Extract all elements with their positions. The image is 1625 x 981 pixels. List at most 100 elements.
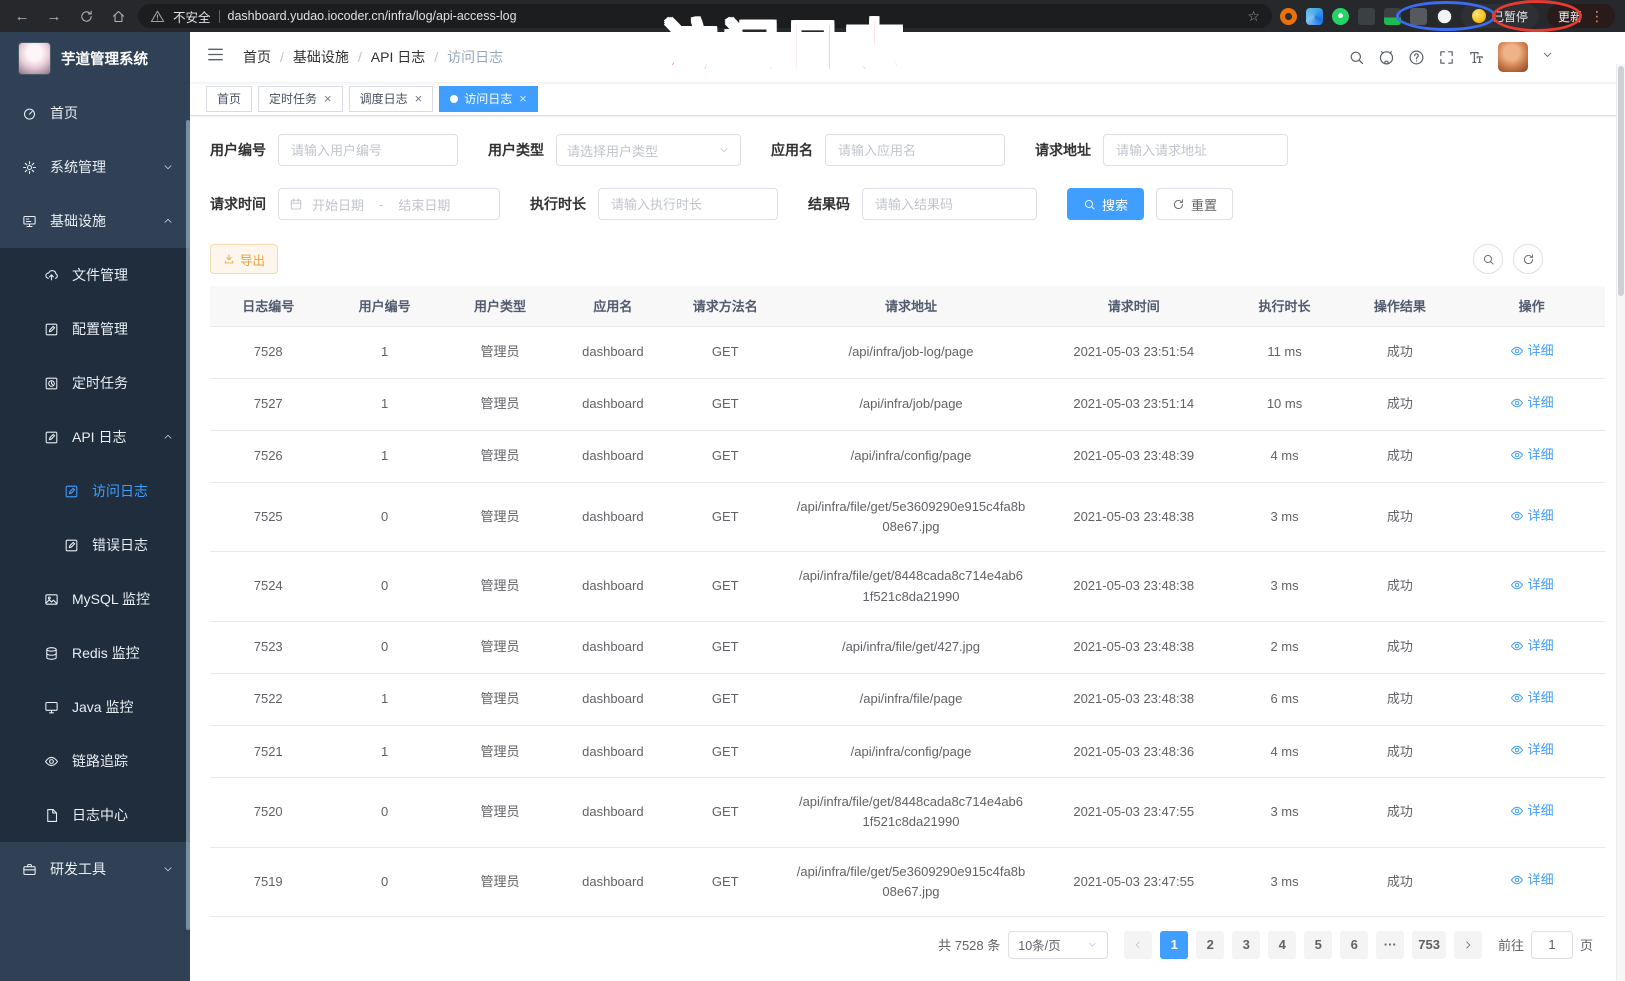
sidebar-item-链路追踪[interactable]: 链路追踪 bbox=[0, 734, 190, 788]
bookmark-star-icon[interactable]: ☆ bbox=[1247, 8, 1260, 25]
show-search-button[interactable] bbox=[1473, 244, 1503, 274]
browser-menu-icon[interactable]: ⋮ bbox=[1590, 8, 1604, 25]
filter-user-type: 用户类型 请选择用户类型 bbox=[488, 134, 741, 166]
extension-icon-paw[interactable] bbox=[1436, 8, 1453, 25]
sidebar-item-研发工具[interactable]: 研发工具 bbox=[0, 842, 190, 896]
page-scrollbar[interactable] bbox=[1616, 64, 1625, 981]
github-icon[interactable] bbox=[1378, 49, 1395, 66]
browser-forward-button[interactable]: → bbox=[42, 4, 66, 28]
sidebar-item-定时任务[interactable]: 定时任务 bbox=[0, 356, 190, 410]
sidebar-item-基础设施[interactable]: 基础设施 bbox=[0, 194, 190, 248]
sidebar-item-错误日志[interactable]: 错误日志 bbox=[0, 518, 190, 572]
sidebar-item-系统管理[interactable]: 系统管理 bbox=[0, 140, 190, 194]
chrome-update-button[interactable]: 更新 ⋮ bbox=[1547, 4, 1615, 28]
sidebar-item-API 日志[interactable]: API 日志 bbox=[0, 410, 190, 464]
browser-url-bar[interactable]: 不安全 dashboard.yudao.iocoder.cn/infra/log… bbox=[138, 4, 1272, 28]
date-start-placeholder: 开始日期 bbox=[312, 195, 364, 214]
date-end-placeholder: 结束日期 bbox=[398, 195, 450, 214]
detail-link[interactable]: 详细 bbox=[1510, 506, 1554, 526]
pagination-page-1[interactable]: 1 bbox=[1160, 931, 1188, 959]
extension-icon-on-badge[interactable] bbox=[1384, 8, 1401, 25]
tab-首页[interactable]: 首页 bbox=[206, 86, 252, 112]
browser-home-button[interactable] bbox=[106, 4, 130, 28]
extension-icon-orange[interactable] bbox=[1280, 8, 1297, 25]
goto-page-input[interactable] bbox=[1531, 931, 1573, 959]
redis-monitor-icon bbox=[44, 646, 59, 661]
navbar-actions bbox=[1348, 42, 1609, 72]
avatar-caret-down-icon[interactable] bbox=[1541, 48, 1554, 66]
duration-input[interactable] bbox=[598, 188, 778, 220]
browser-back-button[interactable]: ← bbox=[10, 4, 34, 28]
font-size-icon[interactable] bbox=[1468, 49, 1485, 66]
detail-link[interactable]: 详细 bbox=[1510, 575, 1554, 595]
detail-link[interactable]: 详细 bbox=[1510, 636, 1554, 656]
tab-访问日志[interactable]: 访问日志× bbox=[439, 86, 538, 112]
header-search-icon[interactable] bbox=[1348, 49, 1365, 66]
sidebar-item-访问日志[interactable]: 访问日志 bbox=[0, 464, 190, 518]
cell-method: GET bbox=[669, 621, 782, 673]
sidebar-item-Java 监控[interactable]: Java 监控 bbox=[0, 680, 190, 734]
user-type-select[interactable]: 请选择用户类型 bbox=[556, 134, 741, 166]
detail-link[interactable]: 详细 bbox=[1510, 445, 1554, 465]
extension-icon-translate[interactable] bbox=[1358, 8, 1375, 25]
detail-link[interactable]: 详细 bbox=[1510, 801, 1554, 821]
pagination-page-3[interactable]: 3 bbox=[1232, 931, 1260, 959]
user-id-input[interactable] bbox=[278, 134, 458, 166]
cell-user_id: 0 bbox=[326, 621, 442, 673]
detail-link[interactable]: 详细 bbox=[1510, 341, 1554, 361]
app-title: 芋道管理系统 bbox=[61, 48, 148, 69]
sidebar-item-配置管理[interactable]: 配置管理 bbox=[0, 302, 190, 356]
detail-link[interactable]: 详细 bbox=[1510, 870, 1554, 890]
sidebar-item-Redis 监控[interactable]: Redis 监控 bbox=[0, 626, 190, 680]
detail-link[interactable]: 详细 bbox=[1510, 688, 1554, 708]
extension-icon-blue-shield[interactable] bbox=[1306, 8, 1323, 25]
tab-定时任务[interactable]: 定时任务× bbox=[258, 86, 343, 112]
filter-request-url: 请求地址 bbox=[1035, 134, 1288, 166]
refresh-table-button[interactable] bbox=[1513, 244, 1543, 274]
detail-link[interactable]: 详细 bbox=[1510, 393, 1554, 413]
search-button[interactable]: 搜索 bbox=[1067, 188, 1144, 220]
breadcrumb-item-基础设施[interactable]: 基础设施 bbox=[293, 47, 349, 67]
detail-link[interactable]: 详细 bbox=[1510, 740, 1554, 760]
tab-close-icon[interactable]: × bbox=[415, 91, 423, 106]
pagination-page-4[interactable]: 4 bbox=[1268, 931, 1296, 959]
profile-paused-badge[interactable]: 已暂停 bbox=[1461, 4, 1539, 28]
page-scrollbar-thumb[interactable] bbox=[1618, 66, 1624, 296]
pagination-next-button[interactable] bbox=[1454, 931, 1482, 959]
extension-icon-green[interactable] bbox=[1332, 8, 1349, 25]
browser-reload-button[interactable] bbox=[74, 4, 98, 28]
hamburger-icon[interactable] bbox=[206, 45, 225, 69]
pagination-page-753[interactable]: 753 bbox=[1412, 931, 1446, 959]
sidebar-item-首页[interactable]: 首页 bbox=[0, 86, 190, 140]
cell-action: 详细 bbox=[1458, 778, 1605, 847]
cell-method: GET bbox=[669, 673, 782, 725]
app-name-input[interactable] bbox=[825, 134, 1005, 166]
cell-user_id: 1 bbox=[326, 430, 442, 482]
user-avatar[interactable] bbox=[1498, 42, 1528, 72]
tab-close-icon[interactable]: × bbox=[519, 91, 527, 106]
sidebar-logo-row[interactable]: 芋道管理系统 bbox=[0, 32, 190, 84]
breadcrumb-item-API 日志[interactable]: API 日志 bbox=[371, 47, 425, 67]
reset-button[interactable]: 重置 bbox=[1156, 188, 1233, 220]
fullscreen-icon[interactable] bbox=[1438, 49, 1455, 66]
pagination-prev-button[interactable] bbox=[1124, 931, 1152, 959]
export-button[interactable]: 导出 bbox=[210, 244, 278, 274]
extension-icon-grey[interactable] bbox=[1410, 8, 1427, 25]
security-label: 不安全 bbox=[173, 7, 211, 26]
sidebar-item-文件管理[interactable]: 文件管理 bbox=[0, 248, 190, 302]
result-code-input[interactable] bbox=[862, 188, 1037, 220]
sidebar-item-MySQL 监控[interactable]: MySQL 监控 bbox=[0, 572, 190, 626]
pagination-page-5[interactable]: 5 bbox=[1304, 931, 1332, 959]
pagination-page-6[interactable]: 6 bbox=[1340, 931, 1368, 959]
pagination-page-2[interactable]: 2 bbox=[1196, 931, 1224, 959]
pagination-more[interactable]: ··· bbox=[1376, 931, 1404, 959]
breadcrumb-item-首页[interactable]: 首页 bbox=[243, 47, 271, 67]
tab-调度日志[interactable]: 调度日志× bbox=[349, 86, 434, 112]
help-icon[interactable] bbox=[1408, 49, 1425, 66]
page-size-select[interactable]: 10条/页 bbox=[1008, 931, 1108, 959]
tab-close-icon[interactable]: × bbox=[324, 91, 332, 106]
sidebar-item-日志中心[interactable]: 日志中心 bbox=[0, 788, 190, 842]
request-url-input[interactable] bbox=[1103, 134, 1288, 166]
cell-time: 2021-05-03 23:48:39 bbox=[1040, 430, 1227, 482]
date-range-picker[interactable]: 开始日期 - 结束日期 bbox=[278, 188, 500, 220]
